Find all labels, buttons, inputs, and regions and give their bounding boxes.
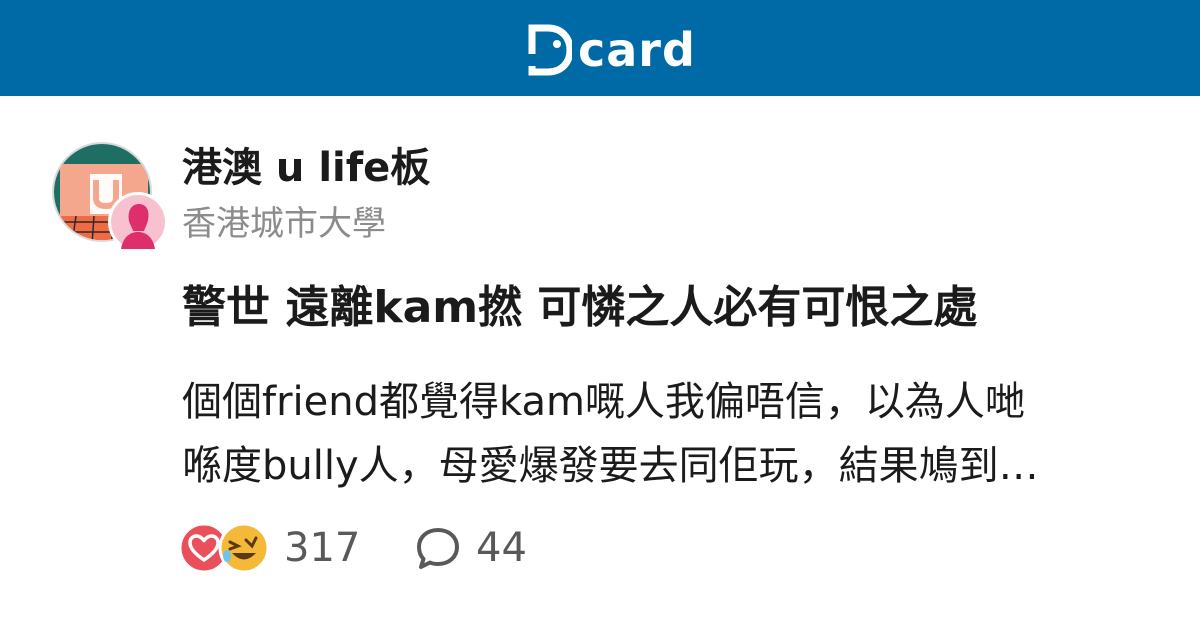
school-name: 香港城市大學	[182, 204, 386, 244]
like-count: 317	[284, 525, 361, 571]
post-title[interactable]: 警世 遠離kam撚 可憐之人必有可恨之處	[182, 282, 1172, 335]
post-excerpt[interactable]: 個個friend都覺得kam嘅人我偏唔信，以為人哋 喺度bully人，母愛爆發要…	[182, 370, 1172, 498]
laughing-face-icon	[218, 522, 270, 574]
forum-name[interactable]: 港澳 u life板	[182, 144, 430, 192]
comment-bubble-icon[interactable]	[414, 524, 462, 572]
dcard-logo-mark-icon	[528, 24, 572, 76]
post-stats: 317 44	[178, 520, 527, 576]
excerpt-line: 喺度bully人，母愛爆發要去同佢玩，結果鳩到…	[182, 443, 1039, 489]
school-avatar[interactable]	[108, 192, 168, 252]
excerpt-line: 個個friend都覺得kam嘅人我偏唔信，以為人哋	[182, 379, 1025, 425]
reaction-icons[interactable]	[178, 522, 274, 574]
logo-text: card	[578, 23, 696, 77]
forum-avatar-group[interactable]	[52, 142, 170, 252]
dcard-logo[interactable]: card	[528, 22, 696, 78]
comment-count: 44	[476, 525, 527, 571]
top-header: card	[0, 0, 1200, 96]
female-user-icon	[111, 195, 165, 249]
